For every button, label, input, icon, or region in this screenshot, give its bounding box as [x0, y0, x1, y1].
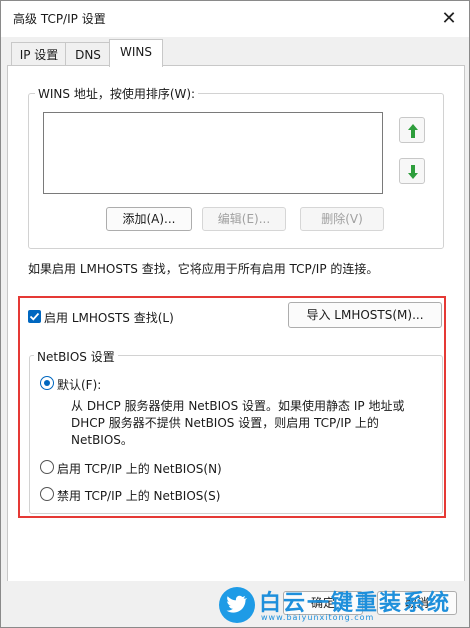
tab-ip-settings[interactable]: IP 设置	[11, 42, 67, 67]
move-down-button[interactable]	[399, 158, 425, 184]
edit-wins-button[interactable]: 编辑(E)...	[202, 207, 286, 231]
arrow-down-icon	[408, 165, 418, 179]
tab-dns[interactable]: DNS	[65, 42, 111, 67]
highlight-box	[18, 296, 446, 518]
advanced-tcpip-dialog: 高级 TCP/IP 设置 ✕ IP 设置 DNS WINS WINS 地址，按使…	[0, 0, 470, 628]
tab-label: DNS	[75, 48, 101, 62]
tab-label: IP 设置	[19, 48, 59, 62]
tab-wins[interactable]: WINS	[109, 39, 163, 67]
title-bar: 高级 TCP/IP 设置 ✕	[1, 1, 469, 37]
wins-group-label: WINS 地址，按使用排序(W):	[35, 85, 199, 102]
bird-logo-icon	[219, 587, 255, 623]
lmhosts-info-text: 如果启用 LMHOSTS 查找，它将应用于所有启用 TCP/IP 的连接。	[28, 262, 379, 276]
window-title: 高级 TCP/IP 设置	[13, 12, 106, 26]
watermark: 白云一键重装系统 www.baiyunxitong.com	[219, 583, 469, 627]
add-wins-button[interactable]: 添加(A)...	[106, 207, 192, 231]
delete-wins-button[interactable]: 删除(V)	[300, 207, 384, 231]
wins-address-list[interactable]	[43, 112, 383, 194]
tab-label: WINS	[120, 45, 152, 59]
watermark-url: www.baiyunxitong.com	[261, 613, 375, 622]
close-icon[interactable]: ✕	[437, 7, 461, 31]
arrow-up-icon	[408, 124, 418, 138]
move-up-button[interactable]	[399, 117, 425, 143]
